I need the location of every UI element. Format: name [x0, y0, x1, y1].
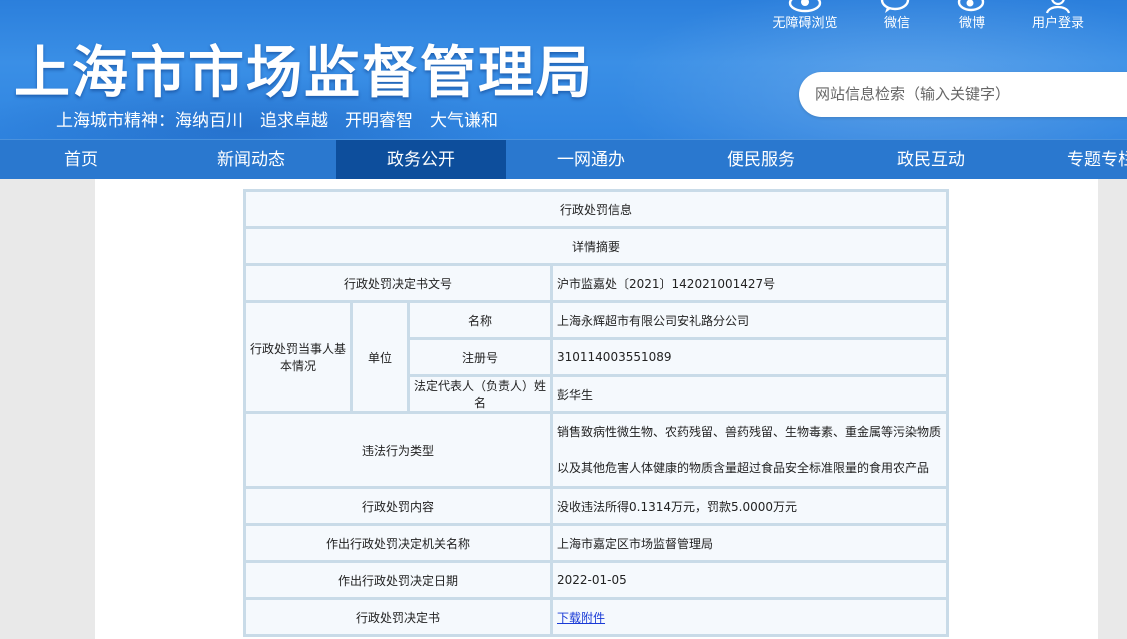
decision-document-label: 行政处罚决定书: [246, 600, 550, 634]
accessibility-link[interactable]: 无障碍浏览: [765, 0, 845, 32]
eye-icon: [765, 0, 845, 16]
nav-home[interactable]: 首页: [0, 140, 166, 180]
nav-government-affairs[interactable]: 政务公开: [336, 140, 506, 180]
site-title: 上海市市场监督管理局: [14, 41, 594, 106]
weibo-icon: [932, 0, 1012, 16]
authority-value: 上海市嘉定区市场监督管理局: [553, 526, 946, 560]
user-login-label: 用户登录: [1031, 16, 1084, 31]
main-nav: 首页 新闻动态 政务公开 一网通办 便民服务 政民互动 专题专栏: [0, 139, 1127, 180]
decision-no-label: 行政处罚决定书文号: [246, 266, 550, 300]
nav-interaction[interactable]: 政民互动: [846, 140, 1016, 180]
nav-public-services[interactable]: 便民服务: [676, 140, 846, 180]
reg-no-value: 310114003551089: [553, 340, 946, 374]
top-links: 无障碍浏览 微信 微博 用户登录: [0, 0, 1127, 36]
search-input[interactable]: [815, 82, 1115, 106]
authority-label: 作出行政处罚决定机关名称: [246, 526, 550, 560]
name-value: 上海永辉超市有限公司安礼路分公司: [553, 303, 946, 337]
content-area: 行政处罚信息 详情摘要 行政处罚决定书文号 沪市监嘉处〔2021〕1420210…: [95, 179, 1098, 639]
table-title: 行政处罚信息: [246, 192, 946, 226]
reg-no-label: 注册号: [410, 340, 550, 374]
unit-label: 单位: [353, 303, 407, 411]
site-header: 上海市市场监督管理局 上海城市精神：海纳百川 追求卓越 开明睿智 大气谦和 无障…: [0, 0, 1127, 139]
party-label: 行政处罚当事人基本情况: [246, 303, 350, 411]
decision-date-label: 作出行政处罚决定日期: [246, 563, 550, 597]
wechat-link[interactable]: 微信: [857, 0, 937, 32]
decision-document-cell: 下载附件: [553, 600, 946, 634]
legal-rep-value: 彭华生: [553, 377, 946, 411]
penalty-content-label: 行政处罚内容: [246, 489, 550, 523]
violation-type-value: 销售致病性微生物、农药残留、兽药残留、生物毒素、重金属等污染物质以及其他危害人体…: [553, 414, 946, 486]
site-search: [799, 72, 1127, 117]
nav-news[interactable]: 新闻动态: [166, 140, 336, 180]
penalty-info-table: 行政处罚信息 详情摘要 行政处罚决定书文号 沪市监嘉处〔2021〕1420210…: [243, 189, 949, 637]
summary-heading: 详情摘要: [246, 229, 946, 263]
decision-no-value: 沪市监嘉处〔2021〕142021001427号: [553, 266, 946, 300]
nav-special-topics[interactable]: 专题专栏: [1016, 140, 1127, 180]
penalty-content-value: 没收违法所得0.1314万元，罚款5.0000万元: [553, 489, 946, 523]
wechat-label: 微信: [883, 16, 910, 31]
city-slogan: 上海城市精神：海纳百川 追求卓越 开明睿智 大气谦和: [56, 111, 498, 131]
decision-date-value: 2022-01-05: [553, 563, 946, 597]
name-label: 名称: [410, 303, 550, 337]
weibo-label: 微博: [958, 16, 985, 31]
user-login-link[interactable]: 用户登录: [1018, 0, 1098, 32]
weibo-link[interactable]: 微博: [932, 0, 1012, 32]
wechat-icon: [857, 0, 937, 16]
legal-rep-label: 法定代表人（负责人）姓名: [410, 377, 550, 411]
accessibility-label: 无障碍浏览: [772, 16, 838, 31]
violation-type-label: 违法行为类型: [246, 414, 550, 486]
user-icon: [1018, 0, 1098, 16]
download-attachment-link[interactable]: 下载附件: [557, 611, 605, 625]
nav-online-services[interactable]: 一网通办: [506, 140, 676, 180]
